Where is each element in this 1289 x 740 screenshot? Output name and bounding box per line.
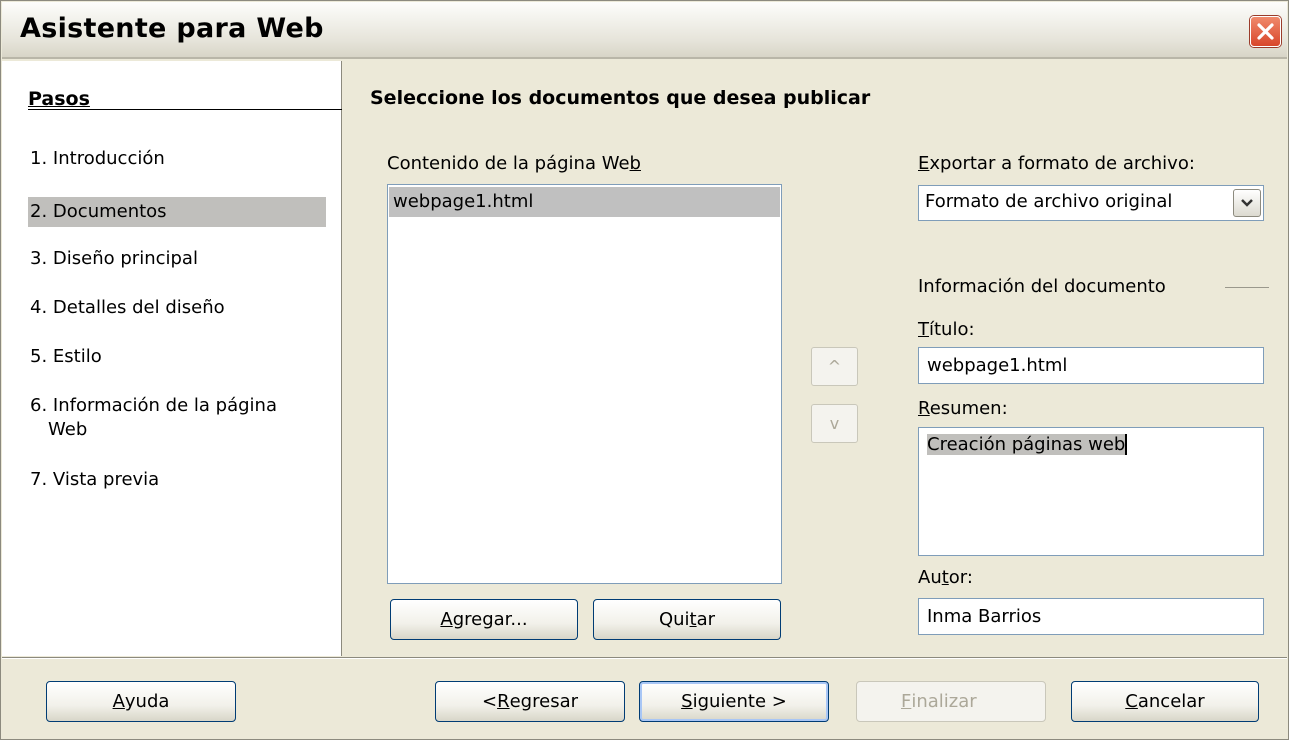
group-divider: [1225, 287, 1269, 288]
chevron-down-icon: [1241, 199, 1253, 207]
step-number: 7.: [30, 469, 48, 490]
step-label-cont: Web: [48, 419, 88, 440]
step-label: Introducción: [52, 148, 165, 169]
summary-label: Resumen:: [918, 398, 1008, 419]
step-number: 3.: [30, 248, 48, 269]
export-format-label: Exportar a formato de archivo:: [918, 153, 1195, 174]
window-title: Asistente para Web: [20, 13, 324, 44]
step-number: 5.: [30, 346, 48, 367]
web-wizard-dialog: Asistente para Web Pasos 1. Introducción…: [0, 0, 1289, 740]
step-label: Estilo: [52, 346, 102, 367]
step-number: 4.: [30, 297, 48, 318]
page-heading: Seleccione los documentos que desea publ…: [370, 87, 871, 109]
step-label: Vista previa: [52, 469, 160, 490]
step-documentos[interactable]: 2. Documentos: [28, 197, 326, 227]
content-listbox[interactable]: webpage1.html: [387, 184, 782, 584]
finish-button[interactable]: Finalizar: [856, 681, 1046, 722]
step-diseno-principal[interactable]: 3. Diseño principal: [28, 247, 326, 271]
step-estilo[interactable]: 5. Estilo: [28, 345, 326, 369]
title-field[interactable]: webpage1.html: [918, 347, 1264, 384]
chevron-down-icon: v: [829, 414, 840, 433]
cancel-button[interactable]: Cancelar: [1071, 681, 1259, 722]
move-down-button[interactable]: v: [811, 404, 858, 443]
author-field[interactable]: Inma Barrios: [918, 598, 1264, 635]
step-number: 1.: [30, 148, 48, 169]
footer-divider: [2, 657, 1287, 659]
steps-panel: Pasos 1. Introducción 2. Documentos 3. D…: [2, 61, 342, 656]
add-button[interactable]: Agregar...: [390, 599, 578, 640]
summary-value: Creación páginas web: [927, 434, 1126, 455]
list-item[interactable]: webpage1.html: [389, 187, 780, 217]
step-label: Información de la página: [52, 395, 277, 416]
export-format-select[interactable]: Formato de archivo original: [918, 185, 1264, 221]
export-format-value: Formato de archivo original: [925, 191, 1173, 212]
author-label: Autor:: [918, 567, 973, 588]
title-label: Título:: [918, 319, 975, 340]
move-up-button[interactable]: ^: [811, 347, 858, 386]
document-info-label: Información del documento: [918, 276, 1166, 297]
dropdown-button[interactable]: [1233, 189, 1261, 217]
step-number: 6.: [30, 395, 48, 416]
steps-divider: [28, 109, 342, 110]
remove-button[interactable]: Qui t ar: [593, 599, 781, 640]
steps-header: Pasos: [28, 88, 90, 110]
step-number: 2.: [30, 201, 48, 222]
back-button[interactable]: < Regresar: [435, 681, 625, 722]
text-cursor: [1125, 434, 1128, 455]
step-label: Documentos: [52, 201, 167, 222]
chevron-up-icon: ^: [827, 357, 842, 376]
content-list-label: Contenido de la página Web: [387, 153, 641, 174]
step-introduccion[interactable]: 1. Introducción: [28, 147, 326, 171]
author-value: Inma Barrios: [927, 606, 1042, 627]
close-icon: [1257, 23, 1274, 40]
next-button[interactable]: Siguiente >: [639, 681, 829, 722]
step-label: Diseño principal: [52, 248, 198, 269]
title-bar: Asistente para Web: [2, 2, 1287, 59]
step-vista-previa[interactable]: 7. Vista previa: [28, 468, 326, 492]
summary-field[interactable]: Creación páginas web: [918, 427, 1264, 556]
help-button[interactable]: Ayuda: [46, 681, 236, 722]
step-label: Detalles del diseño: [52, 297, 225, 318]
step-informacion-pagina[interactable]: 6. Información de la página Web: [28, 394, 326, 442]
close-button[interactable]: [1250, 16, 1281, 47]
title-value: webpage1.html: [927, 355, 1068, 376]
step-detalles-diseno[interactable]: 4. Detalles del diseño: [28, 296, 326, 320]
